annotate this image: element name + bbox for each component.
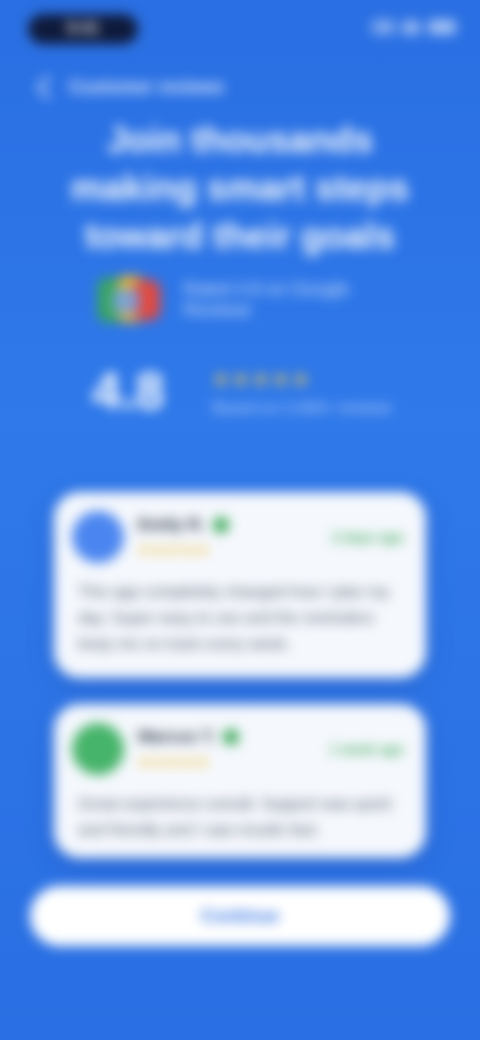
avatar [72,511,124,563]
review-stars: ★★★★★ [138,754,211,771]
reviewer-name: Emily R. [138,515,206,534]
review-stars: ★★★★★ [138,542,211,559]
review-meta: Emily R. ★★★★★ [138,515,332,559]
verified-badge-icon [213,517,230,533]
reviewer-name-line: Marcus T. [138,727,329,747]
review-header: Marcus T. ★★★★★ 1 week ago [72,723,404,775]
battery-icon [428,20,456,34]
screen: 9:41 Customer reviews Join thousands mak… [0,0,480,1040]
review-text: Great experience overall. Support was qu… [78,796,392,839]
review-card: Emily R. ★★★★★ 2 days ago This app compl… [54,492,426,678]
reviewer-name: Marcus T. [138,727,216,746]
status-time: 9:41 [28,14,138,44]
review-date: 2 days ago [331,529,404,545]
review-header: Emily R. ★★★★★ 2 days ago [72,511,404,563]
summary-rating-row: 4.8 ★★★★★ Based on 2,000+ reviews [92,362,420,422]
continue-button[interactable]: Continue [30,886,450,946]
signal-icon [372,20,394,34]
summary-stars: ★★★★★ [212,368,312,391]
review-date: 1 week ago [329,741,404,757]
status-bar: 9:41 [24,14,456,46]
summary-count: Based on 2,000+ reviews [212,399,393,417]
reviewer-name-line: Emily R. [138,515,332,535]
review-card: Marcus T. ★★★★★ 1 week ago Great experie… [54,704,426,858]
google-rating-row: Rated 4.8 on Google Reviews [92,270,420,330]
verified-badge-icon [223,729,240,745]
google-logo-part-blue [112,288,140,314]
back-arrow-icon[interactable] [36,74,61,100]
page-headline: Join thousands making smart steps toward… [70,119,410,256]
google-logo-icon [92,270,163,330]
status-icons [372,20,456,34]
summary-meta: ★★★★★ Based on 2,000+ reviews [212,367,392,418]
wifi-icon [402,20,420,34]
top-bar-title: Customer reviews [69,76,225,97]
summary-score: 4.8 [92,363,165,421]
avatar [72,723,124,775]
review-meta: Marcus T. ★★★★★ [138,727,329,771]
top-bar: Customer reviews [36,72,440,102]
review-text: This app completely changed how I plan m… [78,584,390,653]
google-rating-label: Rated 4.8 on Google Reviews [183,279,350,320]
